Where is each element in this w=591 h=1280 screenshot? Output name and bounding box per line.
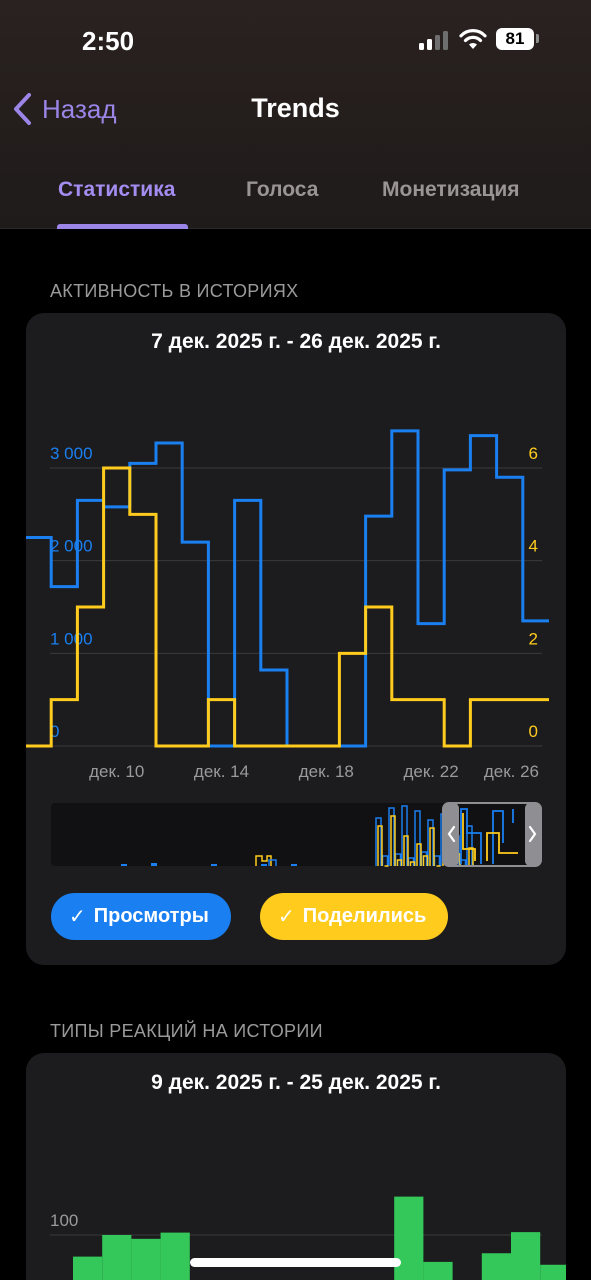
y-tick-label: 100 bbox=[50, 1211, 78, 1230]
reactions-section-title: ТИПЫ РЕАКЦИЙ НА ИСТОРИИ bbox=[50, 1021, 323, 1041]
shares-legend-chip[interactable]: ✓ Поделились bbox=[260, 893, 449, 940]
reaction-bar bbox=[540, 1264, 566, 1280]
reaction-bar bbox=[481, 1253, 511, 1280]
status-time: 2:50 bbox=[82, 26, 135, 56]
tab-statistics[interactable]: Статистика bbox=[58, 178, 175, 202]
navigator-mark bbox=[291, 864, 297, 866]
tab-voices[interactable]: Голоса bbox=[246, 178, 318, 202]
x-tick-label: дек. 14 bbox=[194, 762, 249, 781]
x-tick-label: дек. 26 bbox=[484, 762, 539, 781]
home-indicator bbox=[190, 1258, 401, 1267]
y-right-tick-label: 4 bbox=[529, 537, 538, 556]
tab-monetization[interactable]: Монетизация bbox=[382, 178, 520, 202]
y-left-tick-label: 2 000 bbox=[50, 537, 93, 556]
views-legend-chip[interactable]: ✓ Просмотры bbox=[51, 893, 231, 940]
y-right-tick-label: 2 bbox=[529, 629, 538, 648]
navigator-right-handle[interactable] bbox=[525, 803, 541, 866]
wifi-icon bbox=[459, 29, 487, 49]
reaction-bar bbox=[73, 1256, 103, 1280]
reaction-bar bbox=[394, 1196, 424, 1280]
navigator-mark bbox=[261, 864, 267, 866]
reaction-bar bbox=[423, 1261, 453, 1280]
y-left-tick-label: 1 000 bbox=[50, 629, 93, 648]
x-tick-label: дек. 22 bbox=[404, 762, 459, 781]
y-left-tick-label: 3 000 bbox=[50, 444, 93, 463]
navigator-mark bbox=[151, 863, 157, 866]
battery-indicator: 81 bbox=[496, 28, 534, 50]
story-activity-section-title: АКТИВНОСТЬ В ИСТОРИЯХ bbox=[50, 281, 299, 301]
battery-tip bbox=[536, 34, 539, 43]
checkmark-icon: ✓ bbox=[278, 906, 295, 928]
navigator-left-handle[interactable] bbox=[443, 803, 459, 866]
views-legend-label: Просмотры bbox=[93, 905, 209, 927]
story-activity-chart[interactable]: 0 01 000 22 000 43 000 6дек. 10 дек. 14 дек. 1… bbox=[26, 313, 566, 873]
reactions-card: 9 дек. 2025 г. - 25 дек. 2025 г. 100 bbox=[26, 1053, 566, 1280]
page-title: Trends bbox=[251, 93, 340, 123]
y-right-tick-label: 6 bbox=[529, 444, 538, 463]
reactions-chart[interactable]: 100 bbox=[26, 1053, 566, 1280]
x-tick-label: дек. 18 bbox=[299, 762, 354, 781]
shares-legend-label: Поделились bbox=[302, 905, 427, 927]
reaction-bar bbox=[102, 1235, 132, 1280]
reaction-bar bbox=[511, 1232, 541, 1280]
reaction-bar bbox=[160, 1232, 190, 1280]
checkmark-icon: ✓ bbox=[69, 906, 86, 928]
navigator-mark bbox=[211, 864, 217, 866]
x-tick-label: дек. 10 bbox=[89, 762, 144, 781]
header: 2:50 81 Назад Trends Статистика Голоса М… bbox=[0, 0, 591, 229]
reaction-bar bbox=[131, 1238, 161, 1280]
navigator-mark bbox=[121, 864, 127, 866]
signal-icon bbox=[419, 30, 451, 50]
tab-indicator bbox=[57, 224, 188, 229]
y-right-tick-label: 0 bbox=[529, 722, 538, 741]
story-activity-card: 7 дек. 2025 г. - 26 дек. 2025 г. 001 000… bbox=[26, 313, 566, 965]
